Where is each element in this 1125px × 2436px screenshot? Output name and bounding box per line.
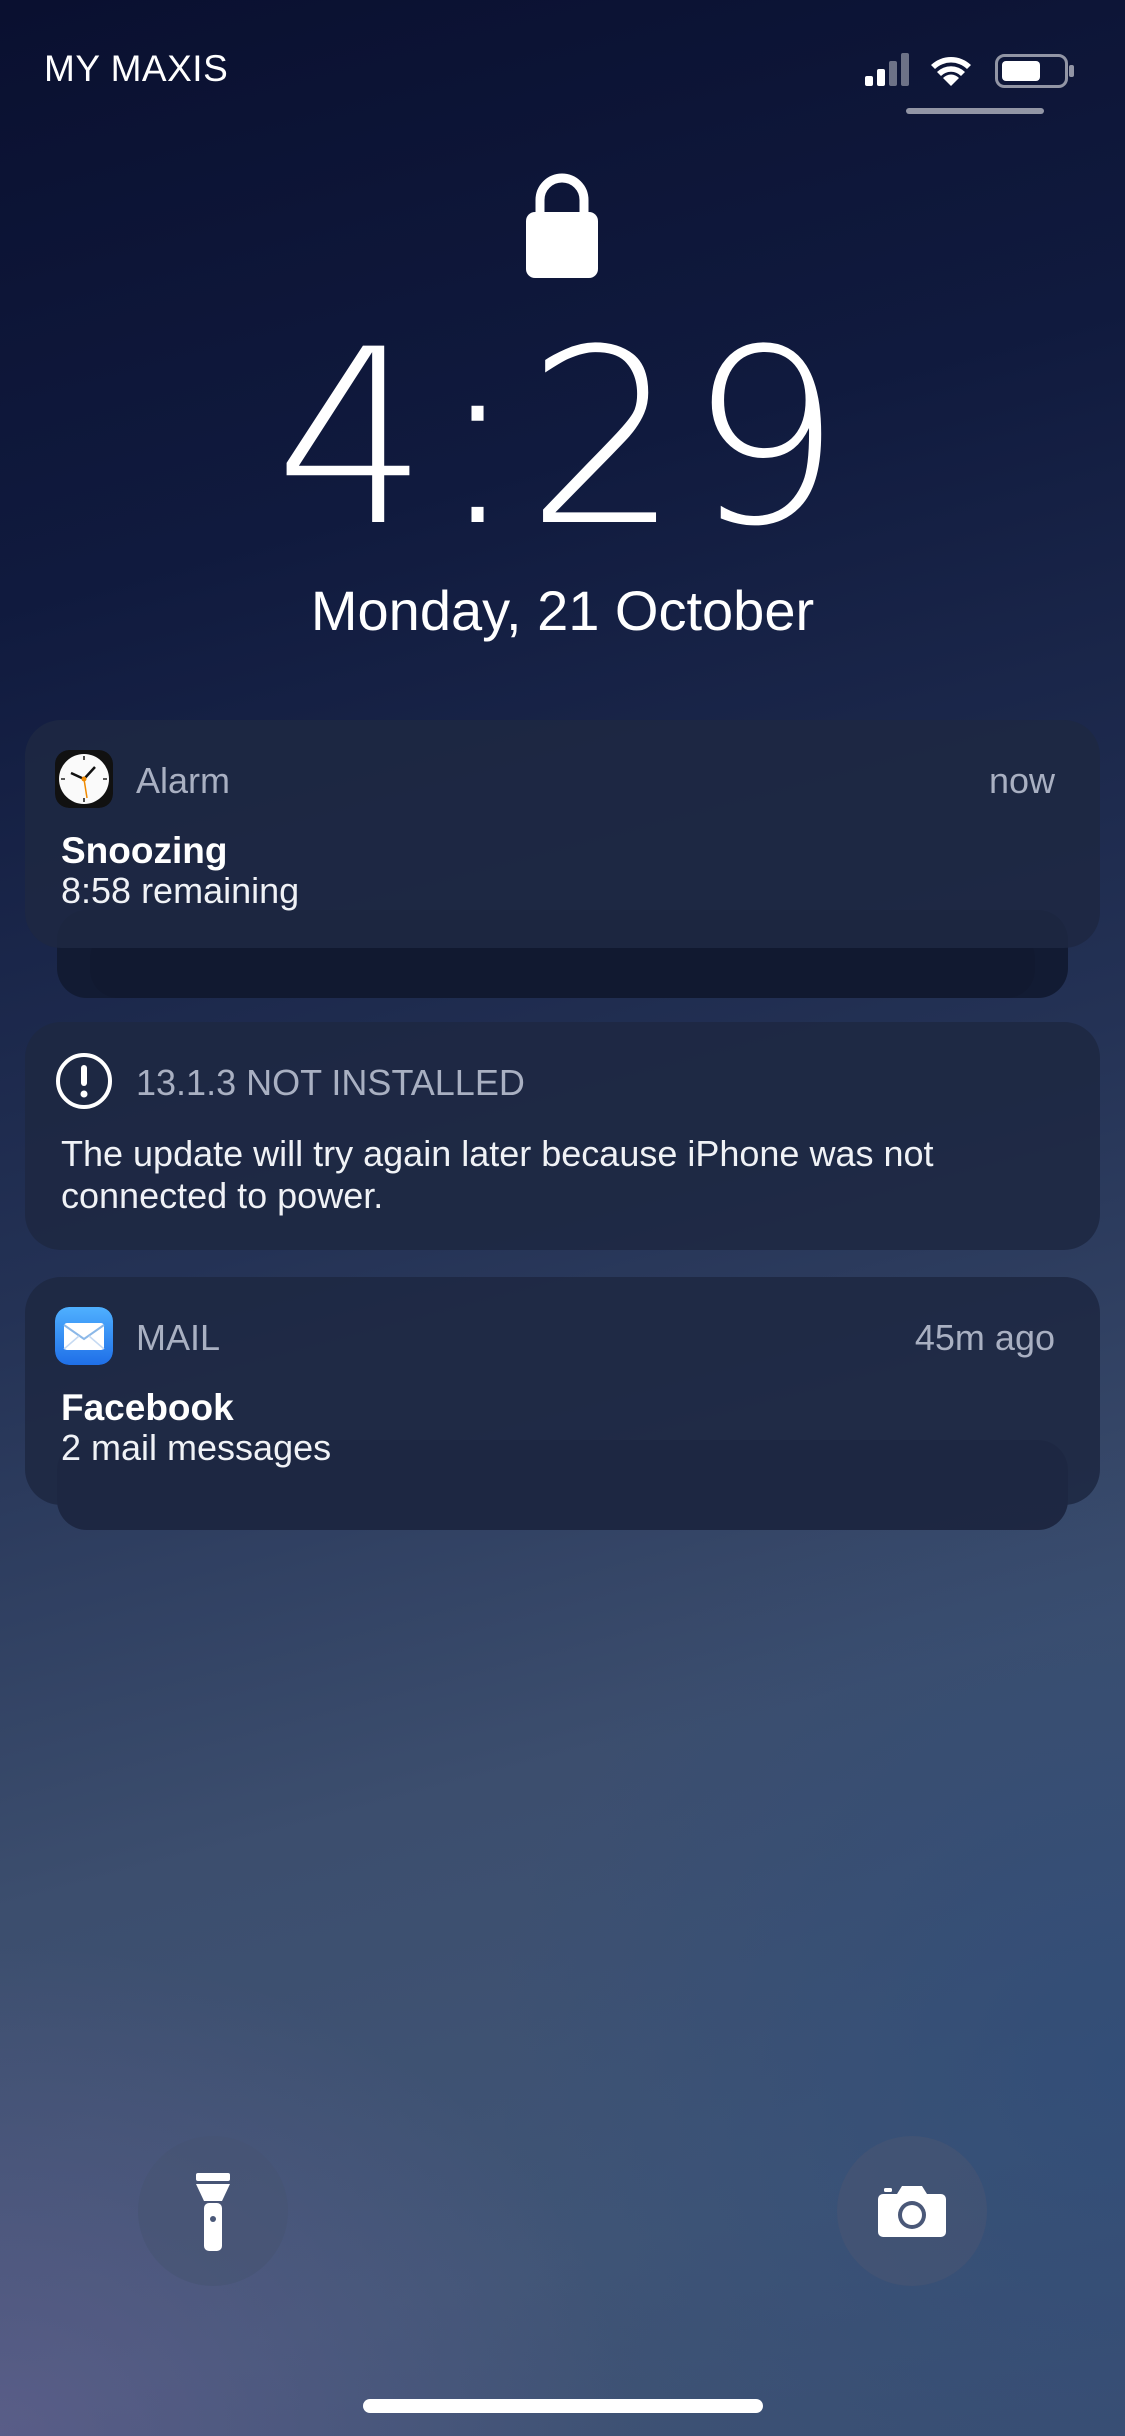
notification-body: The update will try again later because … [61, 1133, 934, 1216]
notification-app-name: MAIL [136, 1317, 221, 1358]
clock-icon [55, 750, 113, 808]
lock-screen-time: 4:29 [274, 298, 851, 580]
notification-app-name: Alarm [136, 760, 231, 801]
home-indicator[interactable] [363, 2399, 763, 2413]
camera-icon [878, 2186, 946, 2237]
notification-body: 8:58 remaining [61, 870, 300, 911]
carrier-name: MY MAXIS [44, 48, 229, 89]
flashlight-button[interactable] [138, 2136, 288, 2286]
notification-software-update[interactable]: 13.1.3 NOT INSTALLED The update will try… [25, 1022, 1100, 1250]
notification-app-name: 13.1.3 NOT INSTALLED [136, 1062, 525, 1103]
wifi-icon [931, 57, 971, 86]
battery-icon [995, 54, 1074, 88]
mail-icon [55, 1307, 113, 1365]
notification-mail[interactable]: MAIL 45m ago Facebook 2 mail messages [25, 1277, 1100, 1505]
status-icons [865, 53, 1074, 88]
notification-alarm[interactable]: Alarm now Snoozing 8:58 remaining [25, 720, 1100, 948]
notification-time: 45m ago [914, 1317, 1055, 1358]
exclamation-icon [56, 1053, 112, 1109]
lock-screen-date: Monday, 21 October [310, 579, 815, 642]
lock-icon [526, 173, 598, 278]
control-center-indicator[interactable] [906, 108, 1044, 114]
flashlight-icon [196, 2173, 230, 2251]
cellular-signal-icon [865, 53, 909, 86]
notification-time: now [988, 760, 1055, 801]
notification-title: Snoozing [61, 830, 228, 871]
notification-title: Facebook [61, 1387, 234, 1428]
camera-button[interactable] [837, 2136, 987, 2286]
notification-body: 2 mail messages [61, 1427, 332, 1468]
